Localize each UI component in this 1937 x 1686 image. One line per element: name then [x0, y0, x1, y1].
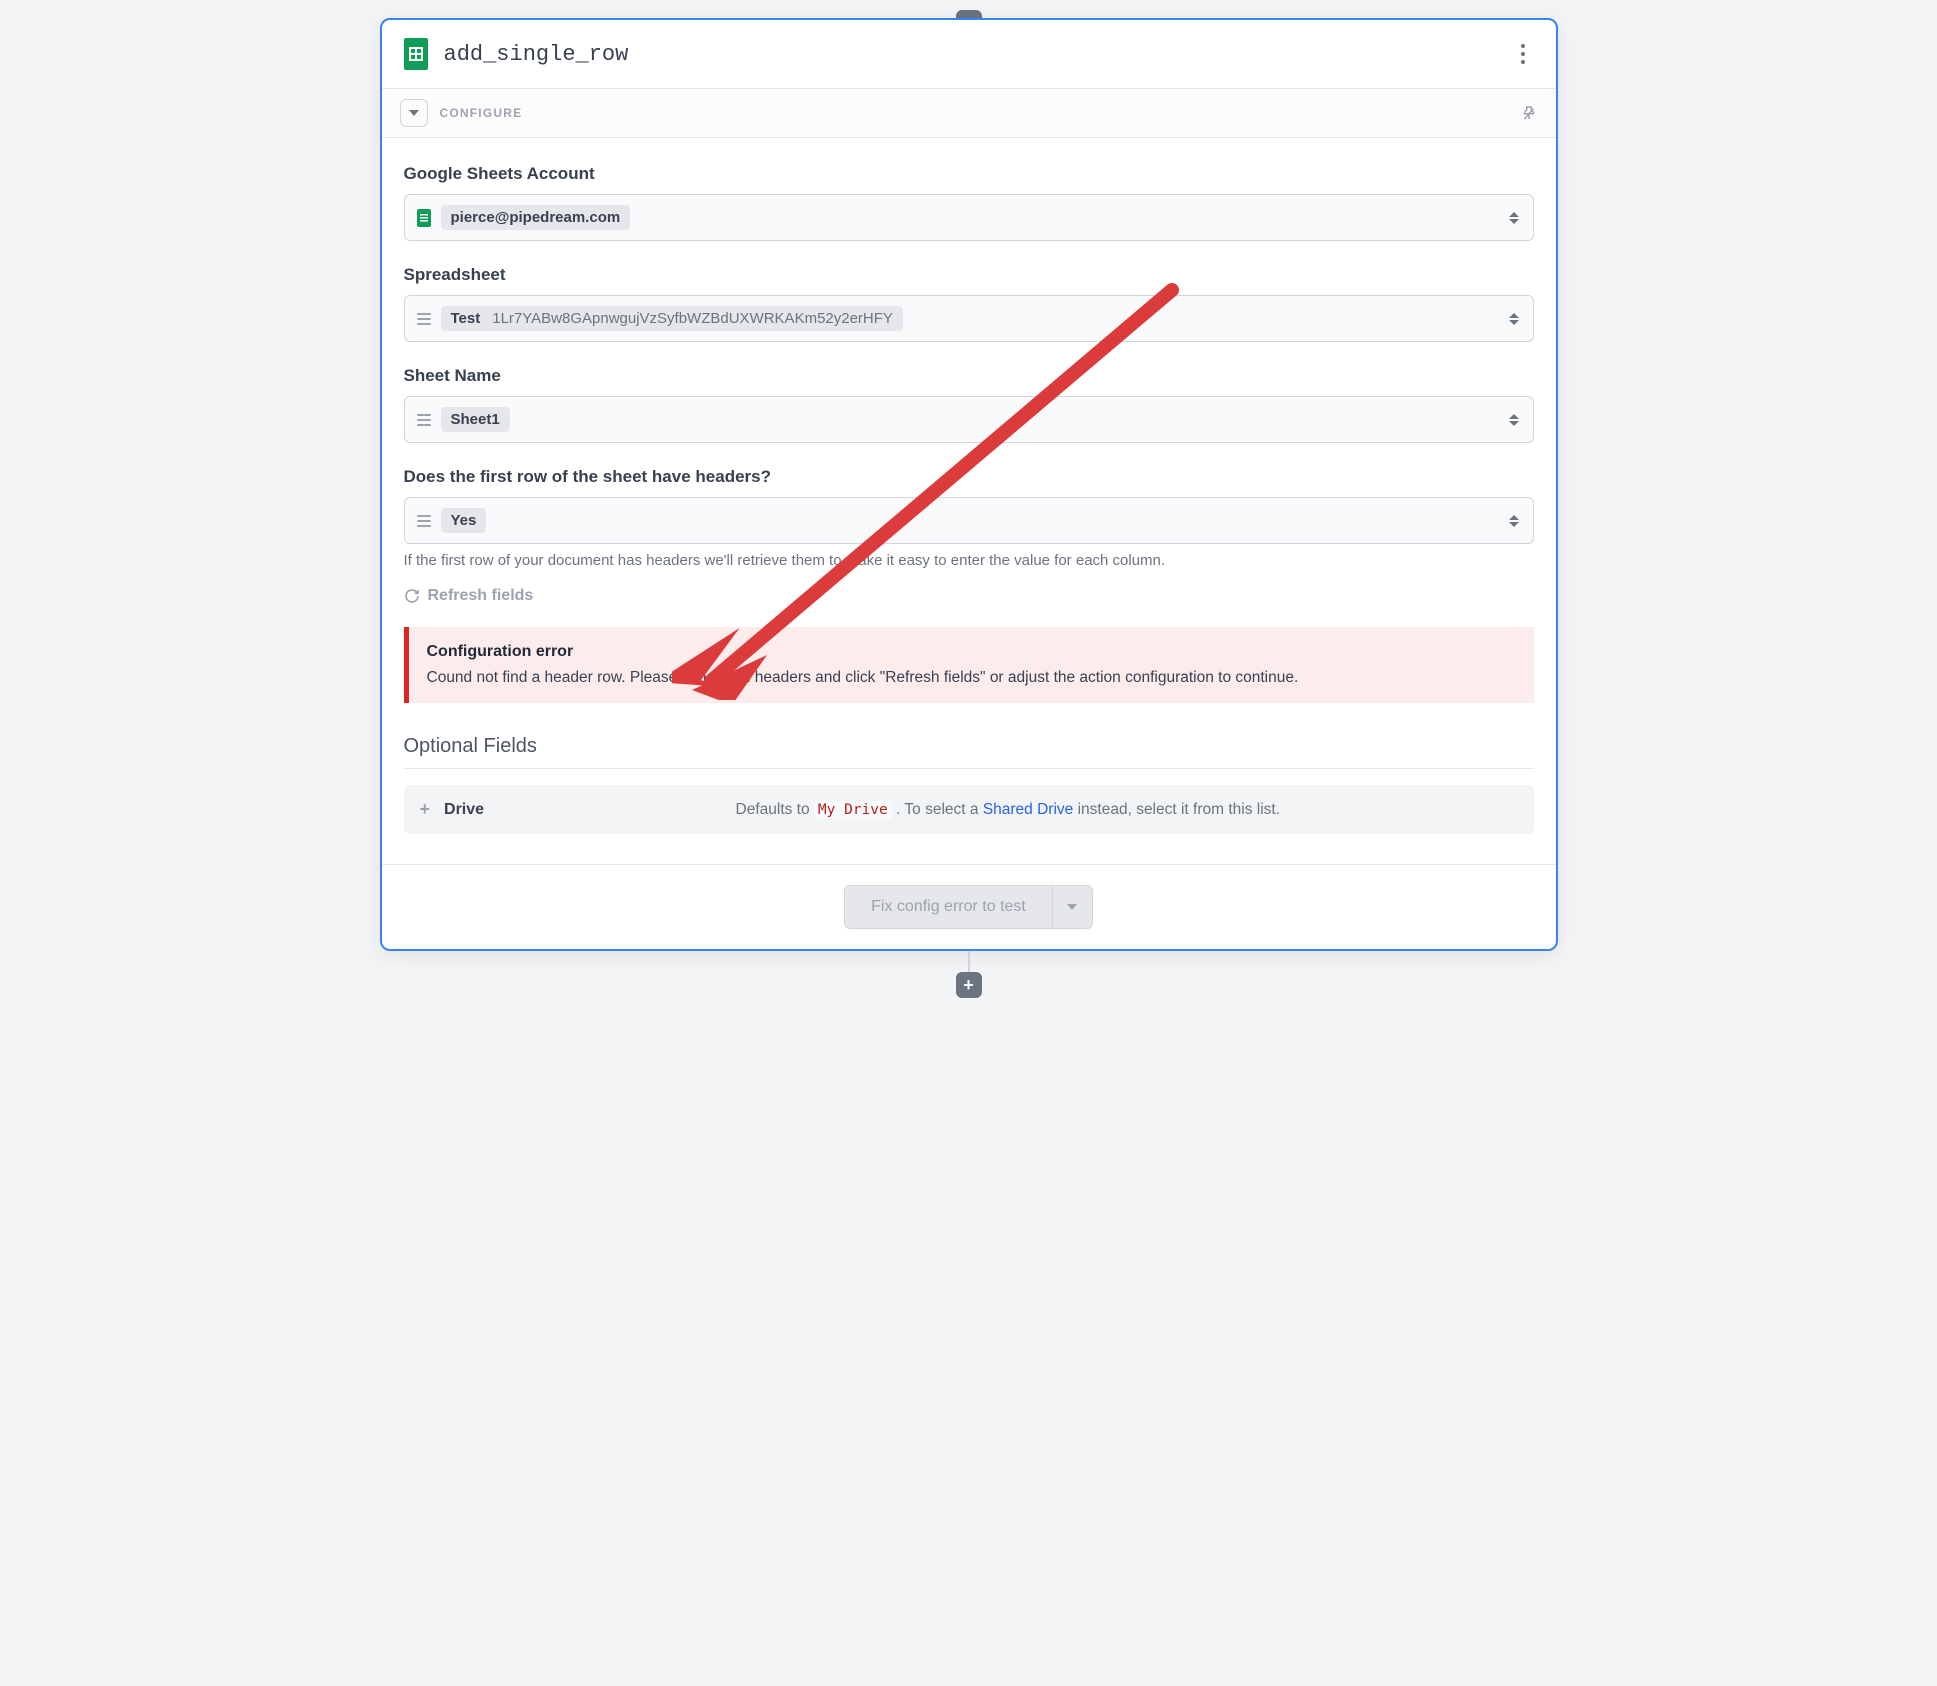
- configure-label: CONFIGURE: [440, 106, 1520, 120]
- step-title[interactable]: add_single_row: [444, 42, 1512, 67]
- sheet-value: Sheet1: [441, 407, 510, 432]
- configure-bar: CONFIGURE: [382, 89, 1556, 138]
- drive-name: Drive: [444, 801, 484, 819]
- card-footer: Fix config error to test: [382, 864, 1556, 949]
- spreadsheet-label: Spreadsheet: [404, 265, 1534, 285]
- select-updown-icon: [1507, 212, 1521, 224]
- test-button-disabled: Fix config error to test: [844, 885, 1093, 929]
- drive-description: Defaults to My Drive . To select a Share…: [498, 801, 1517, 819]
- spreadsheet-name: Test: [451, 310, 481, 327]
- headers-value: Yes: [441, 508, 487, 533]
- pin-icon[interactable]: [1520, 104, 1538, 122]
- optional-section-title: Optional Fields: [404, 735, 1534, 769]
- test-button-label: Fix config error to test: [844, 885, 1053, 929]
- google-sheets-icon: [404, 38, 428, 70]
- add-step-bottom-button[interactable]: +: [956, 972, 982, 998]
- sheet-select[interactable]: Sheet1: [404, 396, 1534, 443]
- select-updown-icon: [1507, 515, 1521, 527]
- headers-select[interactable]: Yes: [404, 497, 1534, 544]
- select-updown-icon: [1507, 414, 1521, 426]
- error-message: Cound not find a header row. Please eith…: [427, 669, 1516, 687]
- kebab-menu-button[interactable]: [1512, 38, 1534, 70]
- drive-optional-row[interactable]: + Drive Defaults to My Drive . To select…: [404, 785, 1534, 834]
- collapse-toggle[interactable]: [400, 99, 428, 127]
- spreadsheet-pill: Test 1Lr7YABw8GApnwgujVzSyfbWZBdUXWRKAKm…: [441, 306, 903, 331]
- select-updown-icon: [1507, 313, 1521, 325]
- spreadsheet-id: 1Lr7YABw8GApnwgujVzSyfbWZBdUXWRKAKm52y2e…: [492, 310, 893, 327]
- google-sheets-icon: [417, 209, 431, 227]
- error-alert: Configuration error Cound not find a hea…: [404, 627, 1534, 703]
- account-select[interactable]: pierce@pipedream.com: [404, 194, 1534, 241]
- list-icon: [417, 414, 431, 426]
- list-icon: [417, 515, 431, 527]
- list-icon: [417, 313, 431, 325]
- error-title: Configuration error: [427, 643, 1516, 661]
- sheet-label: Sheet Name: [404, 366, 1534, 386]
- refresh-icon: [404, 588, 420, 604]
- spreadsheet-select[interactable]: Test 1Lr7YABw8GApnwgujVzSyfbWZBdUXWRKAKm…: [404, 295, 1534, 342]
- account-value: pierce@pipedream.com: [441, 205, 631, 230]
- shared-drive-link[interactable]: Shared Drive: [983, 801, 1073, 818]
- step-card: add_single_row CONFIGURE Google Sheets A…: [380, 18, 1558, 951]
- account-label: Google Sheets Account: [404, 164, 1534, 184]
- refresh-fields-button[interactable]: Refresh fields: [404, 587, 1534, 605]
- headers-helper: If the first row of your document has he…: [404, 552, 1534, 569]
- card-header: add_single_row: [382, 20, 1556, 89]
- headers-label: Does the first row of the sheet have hea…: [404, 467, 1534, 487]
- test-button-caret: [1053, 885, 1093, 929]
- plus-icon: +: [420, 799, 431, 820]
- refresh-label: Refresh fields: [428, 587, 534, 605]
